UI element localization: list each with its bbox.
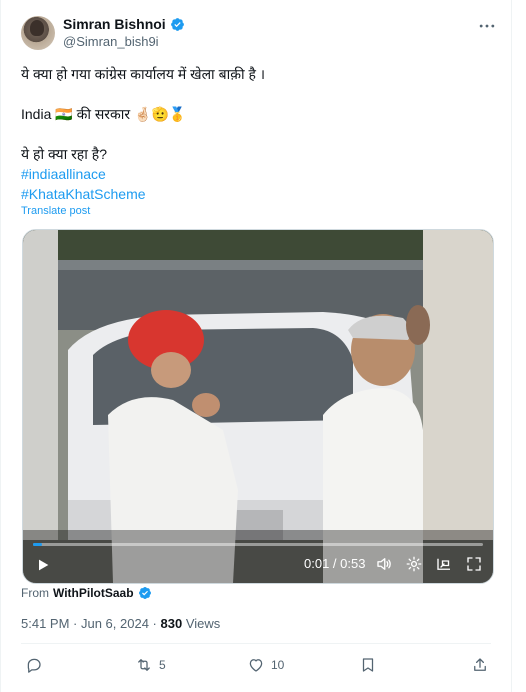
share-icon <box>474 658 486 671</box>
post-text: ये क्या हो गया कांग्रेस कार्यालय में खेल… <box>21 64 491 204</box>
like-count: 10 <box>271 658 285 672</box>
volume-icon[interactable] <box>375 555 393 573</box>
post-header: Simran Bishnoi @Simran_bish9i <box>21 14 501 54</box>
settings-gear-icon[interactable] <box>405 555 423 573</box>
verified-badge-icon <box>138 587 151 599</box>
repost-button[interactable]: 5 <box>135 656 166 674</box>
video-source: From WithPilotSaab <box>21 586 152 600</box>
video-source-prefix: From <box>21 586 49 600</box>
avatar[interactable] <box>21 16 55 50</box>
play-icon[interactable] <box>35 557 51 573</box>
video-time-total: 0:53 <box>340 556 366 571</box>
video-time: 0:01 / 0:53 <box>304 556 365 571</box>
video-time-current: 0:01 <box>304 556 330 571</box>
divider <box>21 643 491 644</box>
video-player[interactable]: 0:01 / 0:53 <box>22 229 494 584</box>
verified-badge-icon <box>170 17 184 31</box>
meta-separator: · <box>69 616 81 631</box>
views-count: 830 <box>160 616 183 631</box>
heart-icon <box>249 659 263 672</box>
video-controls: 0:01 / 0:53 <box>23 541 493 583</box>
post-line-3: India 🇮🇳 की सरकार 🤞🏻🫡🥇 <box>21 106 187 122</box>
author-name[interactable]: Simran Bishnoi <box>63 16 166 32</box>
meta-separator: · <box>148 616 161 631</box>
action-bar: 5 10 <box>21 654 491 680</box>
post-date[interactable]: Jun 6, 2024 <box>81 616 149 631</box>
reply-button[interactable] <box>25 656 49 674</box>
like-button[interactable]: 10 <box>247 656 284 674</box>
video-progress-bar[interactable] <box>33 543 483 546</box>
views-label: Views <box>182 616 221 631</box>
author-name-row: Simran Bishnoi <box>63 16 185 32</box>
hashtag-link[interactable]: #KhataKhatScheme <box>21 184 491 204</box>
post-card: Simran Bishnoi @Simran_bish9i ये क्या हो… <box>0 0 512 692</box>
video-progress-fill <box>33 543 42 546</box>
post-time[interactable]: 5:41 PM <box>21 616 69 631</box>
repost-icon <box>138 659 150 671</box>
post-line-blank-1 <box>21 84 491 104</box>
post-line-1: ये क्या हो गया कांग्रेस कार्यालय में खेल… <box>21 66 266 82</box>
more-options-icon[interactable] <box>477 16 497 36</box>
fullscreen-icon[interactable] <box>465 555 483 573</box>
author-handle[interactable]: @Simran_bish9i <box>63 34 159 49</box>
bookmark-icon <box>362 658 374 672</box>
post-line-5: ये हो क्या रहा है? <box>21 146 107 162</box>
picture-in-picture-icon[interactable] <box>435 555 453 573</box>
video-frame <box>23 230 493 583</box>
repost-count: 5 <box>159 658 166 672</box>
bookmark-button[interactable] <box>359 656 377 674</box>
share-button[interactable] <box>471 656 489 674</box>
post-line-blank-2 <box>21 124 491 144</box>
post-meta: 5:41 PM · Jun 6, 2024 · 830 Views <box>21 616 220 631</box>
translate-post-link[interactable]: Translate post <box>21 205 90 217</box>
video-source-name[interactable]: WithPilotSaab <box>53 586 134 600</box>
video-time-separator: / <box>329 556 341 571</box>
reply-icon <box>27 658 41 673</box>
hashtag-link[interactable]: #indiaallinace <box>21 164 491 184</box>
